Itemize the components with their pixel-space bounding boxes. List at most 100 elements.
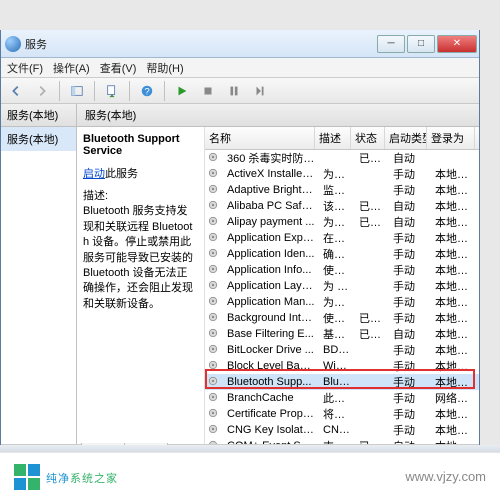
cell-name: Application Laye... xyxy=(223,280,319,292)
close-button[interactable]: ✕ xyxy=(437,35,477,53)
desc-label: 描述: xyxy=(83,189,198,204)
gear-icon xyxy=(207,311,221,325)
table-row[interactable]: Application Iden...确定...手动本地服务 xyxy=(205,246,479,262)
col-startup[interactable]: 启动类型 xyxy=(385,127,427,149)
table-row[interactable]: ActiveX Installer ...为从...手动本地系统 xyxy=(205,166,479,182)
col-name[interactable]: 名称 xyxy=(205,127,315,149)
gear-icon xyxy=(207,183,221,197)
gear-icon xyxy=(207,263,221,277)
start-service-button[interactable] xyxy=(171,80,193,102)
cell-logon: 本地系统 xyxy=(431,310,479,326)
cell-startup: 自动 xyxy=(389,438,431,444)
export-list-button[interactable] xyxy=(101,80,123,102)
cell-desc: 使用... xyxy=(319,262,355,278)
table-row[interactable]: Bluetooth Supp...Blue...手动本地服务 xyxy=(205,374,479,390)
gear-icon xyxy=(207,247,221,261)
cell-startup: 手动 xyxy=(389,278,431,294)
menu-help[interactable]: 帮助(H) xyxy=(146,60,183,76)
table-row[interactable]: Application Expe...在应...手动本地系统 xyxy=(205,230,479,246)
gear-icon xyxy=(207,343,221,357)
cell-logon: 本地服务 xyxy=(431,278,479,294)
pause-service-button[interactable] xyxy=(223,80,245,102)
minimize-button[interactable]: ─ xyxy=(377,35,405,53)
cell-status: 已启动 xyxy=(355,214,389,230)
cell-logon: 本地系统 xyxy=(431,214,479,230)
table-row[interactable]: BitLocker Drive ...BDE...手动本地系统 xyxy=(205,342,479,358)
service-detail-pane: Bluetooth Support Service 启动此服务 描述: Blue… xyxy=(77,127,205,444)
table-row[interactable]: BranchCache此服...手动网络服务 xyxy=(205,390,479,406)
help-button[interactable]: ? xyxy=(136,80,158,102)
table-row[interactable]: Base Filtering E...基本...已启动自动本地服务 xyxy=(205,326,479,342)
menu-file[interactable]: 文件(F) xyxy=(7,60,43,76)
cell-desc: 为通... xyxy=(319,294,355,310)
cell-name: Application Info... xyxy=(223,264,319,276)
cell-startup: 手动 xyxy=(389,358,431,374)
cell-startup: 手动 xyxy=(389,294,431,310)
gear-icon xyxy=(207,391,221,405)
col-status[interactable]: 状态 xyxy=(351,127,385,149)
right-header: 服务(本地) xyxy=(77,104,479,127)
menu-view[interactable]: 查看(V) xyxy=(100,60,137,76)
brand-logo-icon xyxy=(14,464,40,490)
forward-button[interactable] xyxy=(31,80,53,102)
toolbar: ? xyxy=(1,78,479,104)
cell-desc: 监视... xyxy=(319,182,355,198)
start-service-link[interactable]: 启动 xyxy=(83,168,105,180)
cell-logon: 本地系统 xyxy=(431,198,479,214)
restart-service-button[interactable] xyxy=(249,80,271,102)
cell-logon: 本地系统 xyxy=(431,230,479,246)
cell-startup: 手动 xyxy=(389,342,431,358)
stop-service-button[interactable] xyxy=(197,80,219,102)
cell-logon: 网络服务 xyxy=(431,390,479,406)
table-row[interactable]: Certificate Propa...将用...手动本地系统 xyxy=(205,406,479,422)
maximize-button[interactable]: □ xyxy=(407,35,435,53)
cell-desc: 此服... xyxy=(319,390,355,406)
table-row[interactable]: Application Info...使用...手动本地系统 xyxy=(205,262,479,278)
right-pane: 服务(本地) Bluetooth Support Service 启动此服务 描… xyxy=(77,104,479,444)
menubar: 文件(F) 操作(A) 查看(V) 帮助(H) xyxy=(1,58,479,78)
table-row[interactable]: Alipay payment ...为支...已启动自动本地系统 xyxy=(205,214,479,230)
cell-logon: 本地系统 xyxy=(431,294,479,310)
gear-icon xyxy=(207,199,221,213)
cell-status: 已启动 xyxy=(355,438,389,444)
table-row[interactable]: Block Level Back...Win...手动本地系统 xyxy=(205,358,479,374)
table-row[interactable]: Adaptive Brightn...监视...手动本地系统 xyxy=(205,182,479,198)
gear-icon xyxy=(207,359,221,373)
cell-startup: 自动 xyxy=(389,198,431,214)
cell-desc: 将用... xyxy=(319,406,355,422)
services-grid[interactable]: 名称 描述 状态 启动类型 登录为 360 杀毒实时防护...已启动自动Acti… xyxy=(205,127,479,444)
table-row[interactable]: Application Laye...为 In...手动本地服务 xyxy=(205,278,479,294)
gear-icon xyxy=(207,375,221,389)
cell-status: 已启动 xyxy=(355,150,389,166)
cell-logon: 本地系统 xyxy=(431,422,479,438)
table-row[interactable]: Application Man...为通...手动本地系统 xyxy=(205,294,479,310)
cell-desc: Blue... xyxy=(319,376,355,388)
table-row[interactable]: CNG Key IsolationCNG...手动本地系统 xyxy=(205,422,479,438)
back-button[interactable] xyxy=(5,80,27,102)
table-row[interactable]: Alibaba PC Safe ...该服...已启动自动本地系统 xyxy=(205,198,479,214)
titlebar[interactable]: 服务 ─ □ ✕ xyxy=(1,30,479,58)
tree-item-services-local[interactable]: 服务(本地) xyxy=(1,127,76,151)
brand-url: www.vjzy.com xyxy=(405,469,486,484)
taskbar-edge xyxy=(0,445,500,452)
col-desc[interactable]: 描述 xyxy=(315,127,351,149)
menu-action[interactable]: 操作(A) xyxy=(53,60,90,76)
table-row[interactable]: COM+ Event Syst...支持...已启动自动本地服务 xyxy=(205,438,479,444)
col-logon[interactable]: 登录为 xyxy=(427,127,475,149)
cell-name: Alipay payment ... xyxy=(223,216,319,228)
cell-startup: 手动 xyxy=(389,246,431,262)
cell-logon: 本地系统 xyxy=(431,182,479,198)
grid-header[interactable]: 名称 描述 状态 启动类型 登录为 xyxy=(205,127,479,150)
cell-startup: 自动 xyxy=(389,150,431,166)
cell-name: Application Iden... xyxy=(223,248,319,260)
left-tree-pane: 服务(本地) 服务(本地) xyxy=(1,104,77,444)
cell-name: 360 杀毒实时防护... xyxy=(223,150,319,166)
watermark-footer: 纯净系统之家 www.vjzy.com xyxy=(0,452,500,500)
cell-name: ActiveX Installer ... xyxy=(223,168,319,180)
svg-text:?: ? xyxy=(144,86,149,97)
table-row[interactable]: 360 杀毒实时防护... 已启动自动 xyxy=(205,150,479,166)
cell-logon: 本地系统 xyxy=(431,262,479,278)
show-hide-console-button[interactable] xyxy=(66,80,88,102)
table-row[interactable]: Background Inte...使用...已启动手动本地系统 xyxy=(205,310,479,326)
cell-startup: 手动 xyxy=(389,374,431,390)
